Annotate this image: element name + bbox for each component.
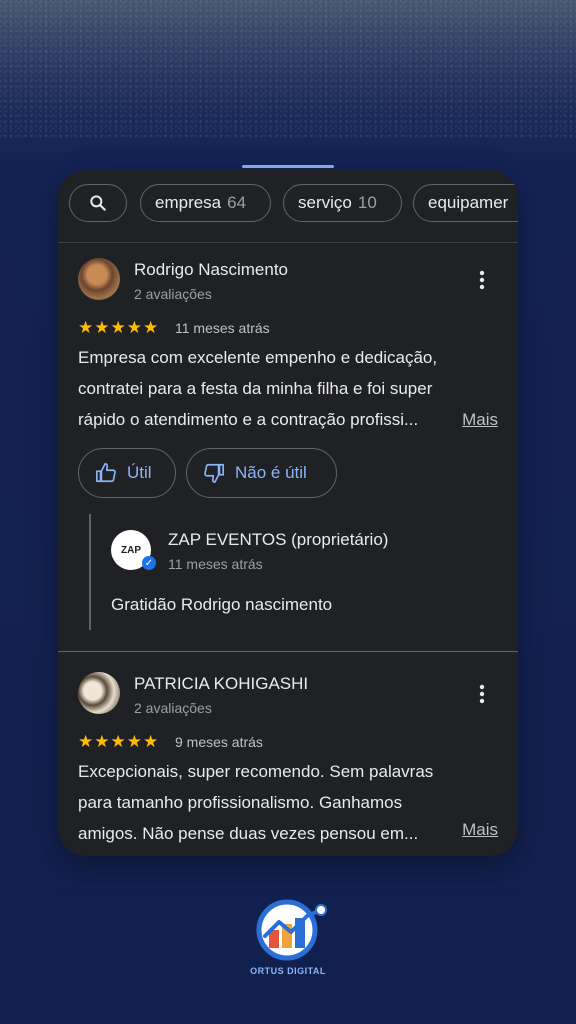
chip-label: equipamer (428, 193, 509, 212)
review-date: 9 meses atrás (175, 734, 263, 750)
reviewer-review-count: 2 avaliações (134, 700, 212, 716)
review-text-line: Empresa com excelente empenho e dedicaçã… (78, 348, 438, 367)
filter-chips-bar: empresa 64 serviço 10 equipamer (58, 170, 518, 243)
brand-name: ORTUS DIGITAL (250, 966, 326, 976)
more-vert-icon[interactable] (472, 268, 492, 292)
review-text: Empresa com excelente empenho e dedicaçã… (78, 342, 502, 435)
avatar[interactable] (78, 672, 120, 714)
reply-divider (89, 514, 91, 630)
verified-icon: ✓ (142, 556, 156, 570)
more-link[interactable]: Mais (462, 820, 498, 840)
owner-logo-text: ZAP (121, 544, 141, 556)
filter-chip-servico[interactable]: serviço 10 (283, 184, 402, 222)
star-rating: ★★★★★ (78, 732, 160, 751)
star-rating: ★★★★★ (78, 318, 160, 337)
search-chip[interactable] (69, 184, 127, 222)
chip-count: 64 (227, 193, 247, 212)
reviews-panel: empresa 64 serviço 10 equipamer Rodrigo … (58, 170, 518, 856)
search-icon (90, 195, 106, 211)
filter-chip-empresa[interactable]: empresa 64 (140, 184, 271, 222)
helpful-label: Útil (127, 463, 152, 482)
avatar[interactable] (78, 258, 120, 300)
helpful-button[interactable]: Útil (78, 448, 176, 498)
review-date: 11 meses atrás (175, 320, 270, 336)
reviewer-review-count: 2 avaliações (134, 286, 212, 302)
reply-date: 11 meses atrás (168, 556, 263, 572)
review-divider (58, 651, 518, 652)
more-vert-icon[interactable] (472, 682, 492, 706)
not-helpful-label: Não é útil (235, 463, 307, 482)
review-text-line: rápido o atendimento e a contração profi… (78, 410, 419, 429)
thumbs-down-icon (204, 463, 224, 483)
review-text-line: Excepcionais, super recomendo. Sem palav… (78, 762, 434, 781)
chip-label: serviço (298, 193, 352, 212)
ortus-digital-logo (256, 899, 327, 961)
reviewer-name[interactable]: PATRICIA KOHIGASHI (134, 674, 308, 694)
reviewer-name[interactable]: Rodrigo Nascimento (134, 260, 288, 280)
review-text-line: amigos. Não pense duas vezes pensou em..… (78, 824, 419, 843)
scroll-indicator (242, 165, 334, 168)
chip-count: 10 (357, 193, 377, 212)
chip-label: empresa (155, 193, 222, 212)
more-link[interactable]: Mais (462, 410, 498, 430)
owner-name: ZAP EVENTOS (proprietário) (168, 530, 389, 549)
reply-text: Gratidão Rodrigo nascimento (111, 595, 333, 614)
review-text-line: para tamanho profissionalismo. Ganhamos (78, 793, 403, 812)
background-texture (0, 0, 576, 140)
thumbs-up-icon (96, 463, 116, 483)
not-helpful-button[interactable]: Não é útil (186, 448, 337, 498)
filter-chip-equipamento[interactable]: equipamer (413, 184, 518, 222)
review-text: Excepcionais, super recomendo. Sem palav… (78, 756, 502, 849)
review-text-line: contratei para a festa da minha filha e … (78, 379, 433, 398)
